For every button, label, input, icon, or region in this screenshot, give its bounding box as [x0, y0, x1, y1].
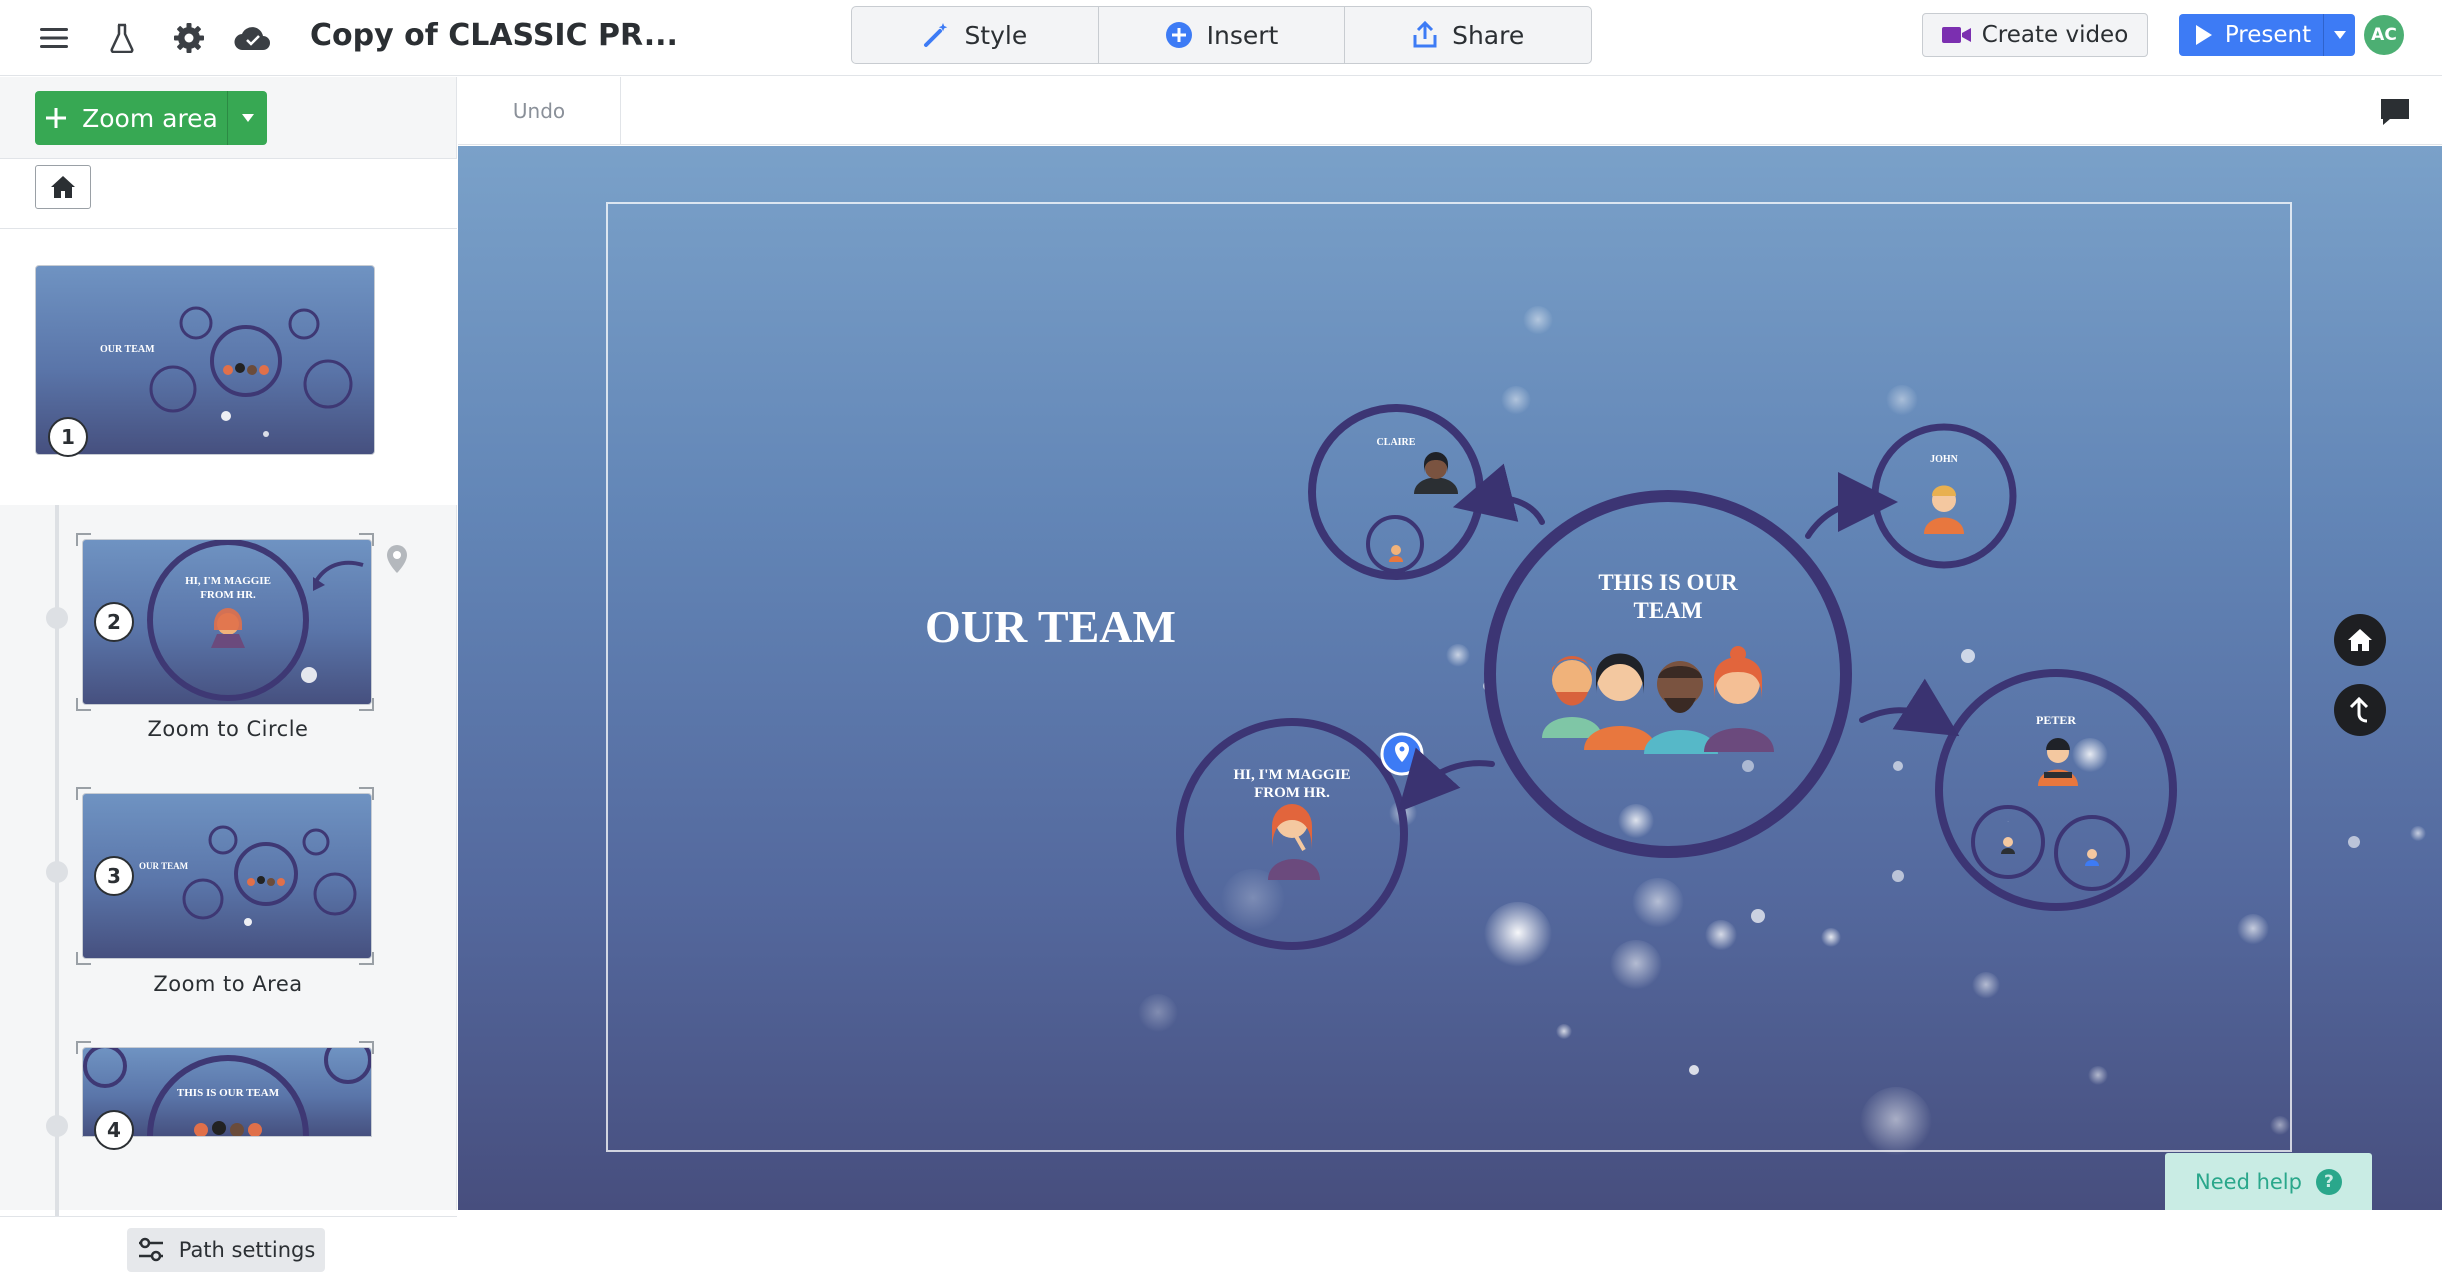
- overview-frame[interactable]: [606, 202, 2292, 1152]
- location-pin-icon[interactable]: [386, 544, 408, 574]
- share-upload-icon: [1413, 21, 1437, 48]
- sidebar: Zoom area OUR TEAM 1 Overview: [0, 77, 457, 1287]
- zoom-area-options-button[interactable]: [227, 91, 267, 145]
- top-bar: Copy of CLASSIC PR... Style Insert Share…: [0, 0, 2442, 76]
- back-arrow-icon: [2349, 697, 2369, 723]
- home-icon: [51, 176, 75, 198]
- home-button[interactable]: [35, 165, 91, 209]
- our-team-title[interactable]: OUR TEAM: [925, 594, 1265, 654]
- thumb-our-team-text-3: OUR TEAM: [139, 861, 189, 871]
- create-video-button[interactable]: Create video: [1922, 13, 2148, 57]
- share-label: Share: [1452, 20, 1525, 50]
- sliders-icon: [138, 1237, 163, 1262]
- step-2-number: 2: [94, 602, 134, 642]
- step-2-label: Zoom to Circle: [147, 717, 309, 741]
- path-settings-button[interactable]: Path settings: [127, 1228, 325, 1272]
- present-button[interactable]: Present: [2179, 14, 2327, 56]
- menu-icon[interactable]: [30, 14, 78, 62]
- step-2-dot[interactable]: [46, 607, 68, 629]
- step-4-dot[interactable]: [46, 1115, 68, 1137]
- step-3-dot[interactable]: [46, 861, 68, 883]
- share-button[interactable]: Share: [1345, 7, 1591, 63]
- presentation-canvas[interactable]: THIS IS OUR TEAM CLAIRE JOHN PETER . HI,…: [458, 146, 2442, 1210]
- zoom-out-button[interactable]: [2334, 684, 2386, 736]
- document-title[interactable]: Copy of CLASSIC PR...: [310, 16, 678, 56]
- thumb-maggie-line2: FROM HR.: [200, 589, 256, 601]
- need-help-label: Need help: [2195, 1169, 2302, 1194]
- path-settings-label: Path settings: [178, 1238, 316, 1262]
- gear-icon[interactable]: [165, 14, 213, 62]
- magic-wand-icon: [924, 23, 948, 47]
- step-4-number: 4: [94, 1110, 134, 1150]
- step-1-thumbnail[interactable]: OUR TEAM: [35, 265, 375, 455]
- step-1-number: 1: [48, 417, 88, 457]
- create-video-label: Create video: [1981, 22, 2129, 48]
- video-camera-icon: [1941, 27, 1971, 43]
- caret-down-icon: [241, 114, 254, 122]
- step-3-label: Zoom to Area: [153, 972, 303, 996]
- comment-icon[interactable]: [2378, 96, 2412, 128]
- plus-circle-icon: [1165, 22, 1192, 48]
- main-actions-segment: Style Insert Share: [851, 6, 1592, 64]
- play-icon: [2195, 25, 2212, 45]
- help-question-icon: ?: [2315, 1168, 2342, 1195]
- avatar[interactable]: AC: [2364, 15, 2404, 55]
- plus-icon: [46, 108, 67, 128]
- canvas-toolbar: [458, 77, 2442, 145]
- thumb-maggie-line1: HI, I'M MAGGIE: [185, 575, 271, 587]
- style-label: Style: [964, 20, 1028, 50]
- insert-button[interactable]: Insert: [1099, 7, 1346, 63]
- thumb-this-is-our-team-text: THIS IS OUR TEAM: [177, 1087, 280, 1099]
- zoom-area-button[interactable]: Zoom area: [35, 91, 227, 145]
- caret-down-icon: [2333, 31, 2346, 39]
- home-icon: [2348, 629, 2372, 651]
- our-team-text: OUR TEAM: [925, 601, 1176, 652]
- zoom-area-label: Zoom area: [82, 103, 218, 133]
- thumb-our-team-text: OUR TEAM: [100, 344, 155, 355]
- undo-button[interactable]: Undo: [458, 77, 621, 145]
- flask-icon[interactable]: [98, 14, 146, 62]
- home-view-button[interactable]: [2334, 614, 2386, 666]
- present-options-button[interactable]: [2323, 14, 2355, 56]
- need-help-button[interactable]: Need help ?: [2165, 1153, 2372, 1210]
- present-label: Present: [2224, 22, 2312, 48]
- step-3-number: 3: [94, 856, 134, 896]
- cloud-icon[interactable]: [229, 14, 277, 62]
- style-button[interactable]: Style: [852, 7, 1099, 63]
- insert-label: Insert: [1206, 20, 1279, 50]
